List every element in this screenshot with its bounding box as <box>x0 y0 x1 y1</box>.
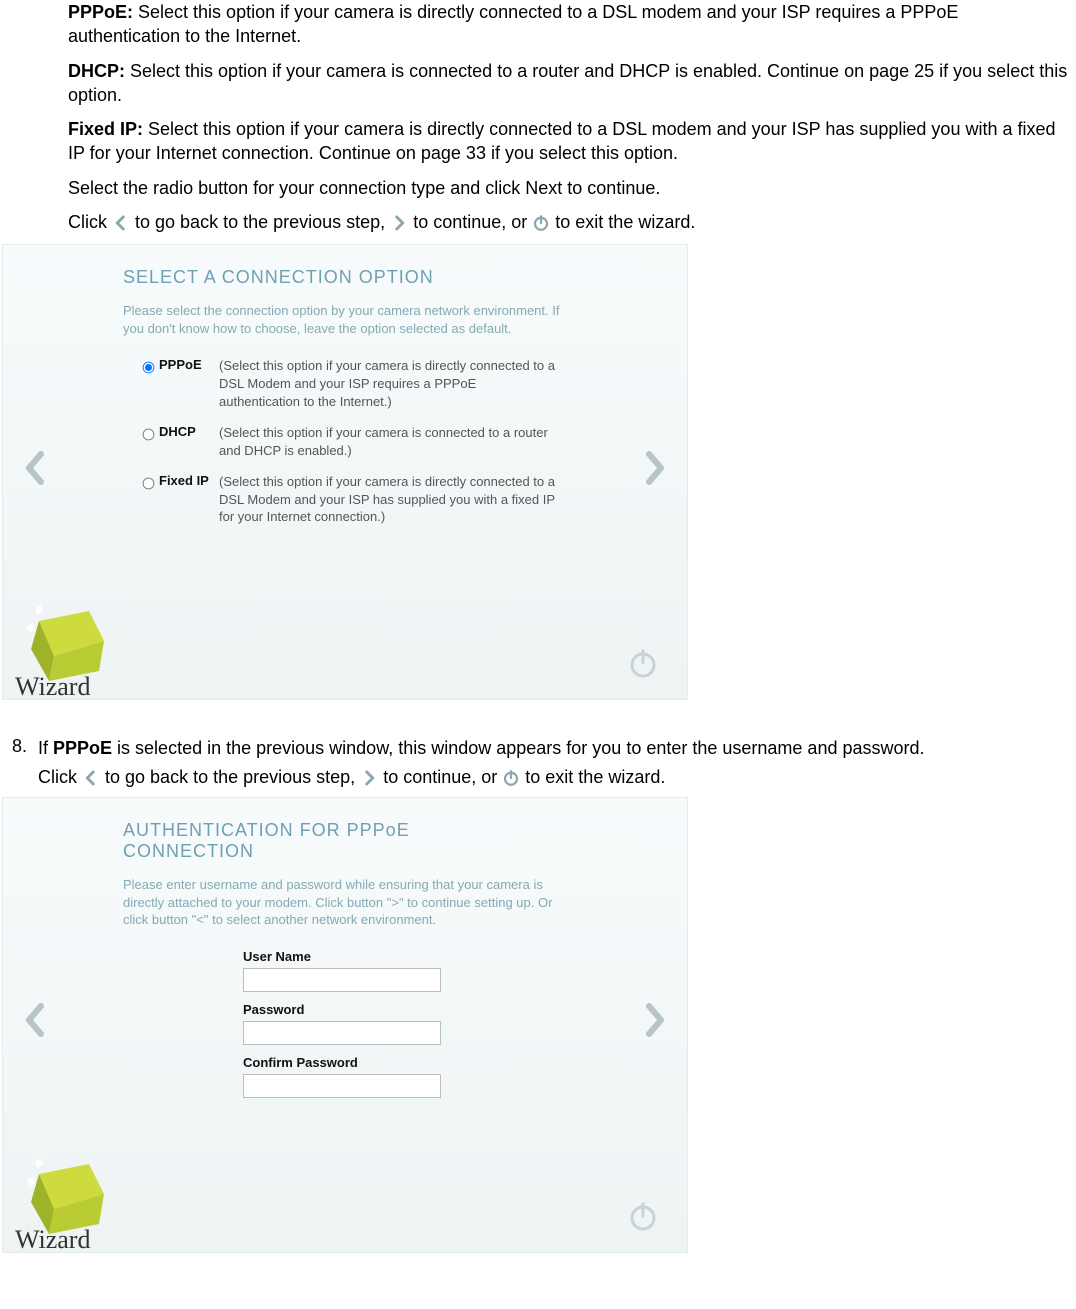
svg-text:Wizard: Wizard <box>15 672 90 699</box>
wizard2-subtitle: Please enter username and password while… <box>123 876 567 929</box>
radio-fixedip[interactable] <box>143 478 155 490</box>
chevron-right-icon <box>360 769 378 787</box>
next-button[interactable] <box>643 1002 667 1038</box>
pppoe-intro-text: Select this option if your camera is dir… <box>68 2 958 46</box>
confirm-password-input[interactable] <box>243 1074 441 1098</box>
exit-button[interactable] <box>627 1200 659 1232</box>
confirm-password-label: Confirm Password <box>243 1055 567 1070</box>
option-fixedip: Fixed IP (Select this option if your cam… <box>137 473 567 526</box>
prev-button[interactable] <box>23 1002 47 1038</box>
step-8-number: 8. <box>12 736 38 789</box>
dhcp-intro-label: DHCP: <box>68 61 125 81</box>
wizard-auth-panel: AUTHENTICATION FOR PPPoE CONNECTION Plea… <box>2 797 688 1253</box>
next-button[interactable] <box>643 450 667 486</box>
step-8-line1: If PPPoE is selected in the previous win… <box>38 736 1068 760</box>
radio-pppoe[interactable] <box>143 362 155 374</box>
dhcp-intro-text: Select this option if your camera is con… <box>68 61 1067 105</box>
password-label: Password <box>243 1002 567 1017</box>
option-pppoe-label: PPPoE <box>159 357 219 372</box>
username-input[interactable] <box>243 968 441 992</box>
username-label: User Name <box>243 949 567 964</box>
option-dhcp-label: DHCP <box>159 424 219 439</box>
fixedip-intro-text: Select this option if your camera is dir… <box>68 119 1056 163</box>
radio-dhcp[interactable] <box>143 429 155 441</box>
chevron-left-icon <box>82 769 100 787</box>
wizard-logo: Wizard <box>9 1154 113 1252</box>
nav-hint-back: to go back to the previous step, <box>135 212 390 232</box>
radio-hint: Select the radio button for your connect… <box>68 176 1068 200</box>
option-fixedip-desc: (Select this option if your camera is di… <box>219 473 559 526</box>
nav-hint-cont: to continue, or <box>413 212 532 232</box>
chevron-left-icon <box>112 214 130 232</box>
nav-hint-click: Click <box>68 212 112 232</box>
pppoe-intro: PPPoE: Select this option if your camera… <box>68 0 1068 49</box>
wizard-logo: Wizard <box>9 601 113 699</box>
option-pppoe: PPPoE (Select this option if your camera… <box>137 357 567 410</box>
option-pppoe-desc: (Select this option if your camera is di… <box>219 357 559 410</box>
exit-button[interactable] <box>627 647 659 679</box>
wizard2-title: AUTHENTICATION FOR PPPoE CONNECTION <box>123 820 463 862</box>
fixedip-intro: Fixed IP: Select this option if your cam… <box>68 117 1068 166</box>
nav-hint-1: Click to go back to the previous step, t… <box>68 210 1068 234</box>
nav-hint-exit: to exit the wizard. <box>555 212 695 232</box>
wizard1-subtitle: Please select the connection option by y… <box>123 302 563 337</box>
power-icon <box>532 214 550 232</box>
dhcp-intro: DHCP: Select this option if your camera … <box>68 59 1068 108</box>
prev-button[interactable] <box>23 450 47 486</box>
option-fixedip-label: Fixed IP <box>159 473 219 488</box>
chevron-right-icon <box>390 214 408 232</box>
password-input[interactable] <box>243 1021 441 1045</box>
option-dhcp-desc: (Select this option if your camera is co… <box>219 424 559 459</box>
option-dhcp: DHCP (Select this option if your camera … <box>137 424 567 459</box>
fixedip-intro-label: Fixed IP: <box>68 119 143 139</box>
svg-text:Wizard: Wizard <box>15 1225 90 1252</box>
step-8: 8. If PPPoE is selected in the previous … <box>12 736 1068 789</box>
step-8-nav-hint: Click to go back to the previous step, t… <box>38 765 1068 789</box>
pppoe-intro-label: PPPoE: <box>68 2 133 22</box>
wizard-connection-panel: SELECT A CONNECTION OPTION Please select… <box>2 244 688 700</box>
power-icon <box>502 769 520 787</box>
wizard1-title: SELECT A CONNECTION OPTION <box>123 267 567 288</box>
